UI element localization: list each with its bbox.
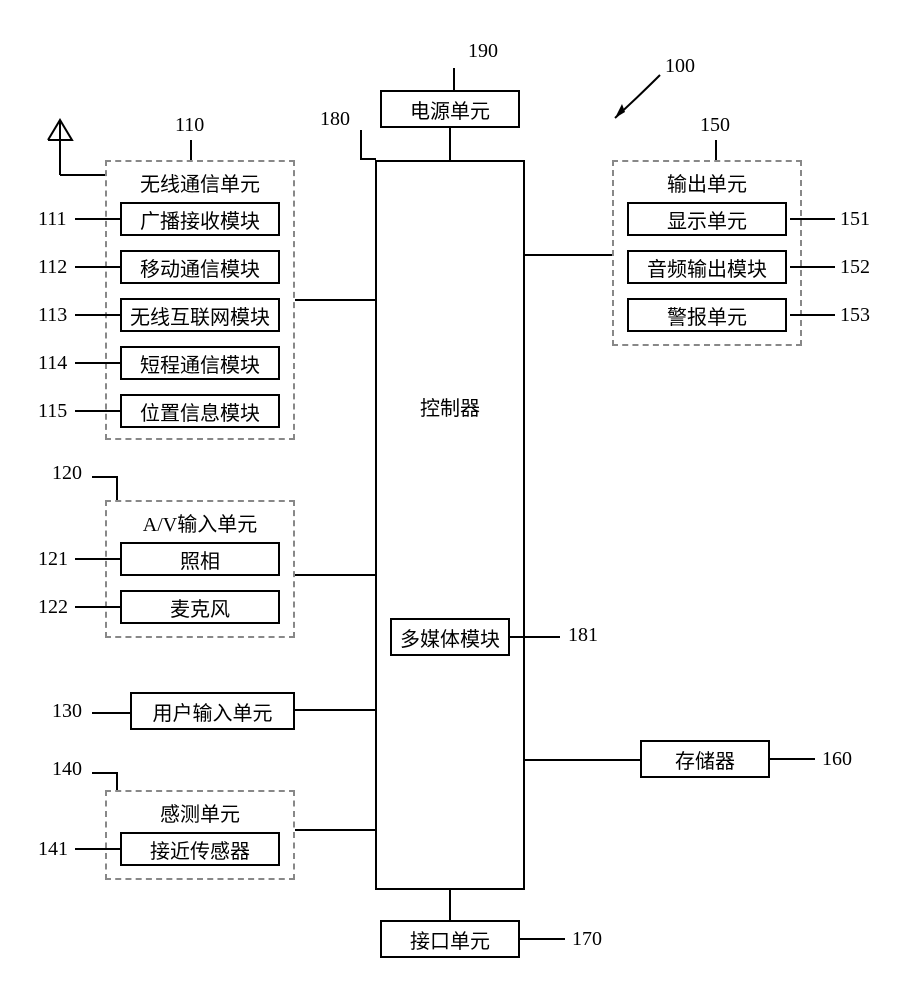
- ref-170: 170: [572, 928, 602, 951]
- ref-114: 114: [38, 352, 67, 375]
- wireless-unit-title: 无线通信单元: [107, 168, 293, 197]
- leader-170: [520, 938, 565, 940]
- leader-120h: [92, 476, 116, 478]
- ref-115: 115: [38, 400, 67, 423]
- memory-label: 存储器: [675, 745, 735, 774]
- multimedia-module-box: 多媒体模块: [390, 618, 510, 656]
- leader-130: [92, 712, 130, 714]
- wireless-internet-label: 无线互联网模块: [130, 301, 270, 330]
- ref-121: 121: [38, 548, 68, 571]
- ref-151: 151: [840, 208, 870, 231]
- proximity-sensor-box: 接近传感器: [120, 832, 280, 866]
- ref-113: 113: [38, 304, 67, 327]
- leader-152: [790, 266, 835, 268]
- camera-label: 照相: [180, 545, 220, 574]
- wireless-unit-group: 无线通信单元 广播接收模块 移动通信模块 无线互联网模块 短程通信模块 位置信息…: [105, 160, 295, 440]
- leader-121: [75, 558, 120, 560]
- audio-output-label: 音频输出模块: [647, 253, 767, 282]
- display-unit-label: 显示单元: [667, 205, 747, 234]
- ref-150: 150: [700, 114, 730, 137]
- leader-190: [453, 68, 455, 90]
- interface-unit-label: 接口单元: [410, 925, 490, 954]
- position-info-label: 位置信息模块: [140, 397, 260, 426]
- display-unit-box: 显示单元: [627, 202, 787, 236]
- sensing-unit-title: 感测单元: [107, 798, 293, 827]
- ref-100: 100: [665, 55, 695, 78]
- camera-box: 照相: [120, 542, 280, 576]
- ref-152: 152: [840, 256, 870, 279]
- broadcast-rx-box: 广播接收模块: [120, 202, 280, 236]
- controller-label: 控制器: [420, 392, 480, 421]
- leader-110: [190, 140, 192, 160]
- mobile-comm-box: 移动通信模块: [120, 250, 280, 284]
- controller-box: 控制器: [375, 160, 525, 890]
- multimedia-module-label: 多媒体模块: [400, 623, 500, 652]
- short-range-box: 短程通信模块: [120, 346, 280, 380]
- leader-153: [790, 314, 835, 316]
- ref-122: 122: [38, 596, 68, 619]
- short-range-label: 短程通信模块: [140, 349, 260, 378]
- wireless-internet-box: 无线互联网模块: [120, 298, 280, 332]
- output-unit-title: 输出单元: [614, 168, 800, 197]
- user-input-label: 用户输入单元: [153, 697, 273, 726]
- memory-box: 存储器: [640, 740, 770, 778]
- alarm-unit-label: 警报单元: [667, 301, 747, 330]
- ref-112: 112: [38, 256, 67, 279]
- position-info-box: 位置信息模块: [120, 394, 280, 428]
- interface-unit-box: 接口单元: [380, 920, 520, 958]
- leader-112: [75, 266, 120, 268]
- ref-130: 130: [52, 700, 82, 723]
- audio-output-box: 音频输出模块: [627, 250, 787, 284]
- leader-122: [75, 606, 120, 608]
- ref-110: 110: [175, 114, 204, 137]
- sensing-unit-group: 感测单元 接近传感器: [105, 790, 295, 880]
- leader-114: [75, 362, 120, 364]
- leader-140h: [92, 772, 116, 774]
- ref-120: 120: [52, 462, 82, 485]
- leader-113: [75, 314, 120, 316]
- ref-180: 180: [320, 108, 350, 131]
- leader-160: [770, 758, 815, 760]
- leader-150: [715, 140, 717, 160]
- leader-120v: [116, 476, 118, 500]
- av-input-group: A/V输入单元 照相 麦克风: [105, 500, 295, 638]
- ref-111: 111: [38, 208, 67, 231]
- diagram-canvas: 190 电源单元 100 180 控制器 多媒体模块 181 110 无线通信单…: [0, 0, 912, 1000]
- av-input-title: A/V输入单元: [107, 508, 293, 537]
- microphone-label: 麦克风: [170, 593, 230, 622]
- leader-180v: [360, 130, 362, 160]
- ref-181: 181: [568, 624, 598, 647]
- user-input-box: 用户输入单元: [130, 692, 295, 730]
- leader-180h: [360, 158, 376, 160]
- leader-111: [75, 218, 120, 220]
- leader-151: [790, 218, 835, 220]
- broadcast-rx-label: 广播接收模块: [140, 205, 260, 234]
- power-unit-label: 电源单元: [410, 95, 490, 124]
- ref-160: 160: [822, 748, 852, 771]
- ref-190: 190: [468, 40, 498, 63]
- leader-115: [75, 410, 120, 412]
- microphone-box: 麦克风: [120, 590, 280, 624]
- ref-140: 140: [52, 758, 82, 781]
- leader-181: [510, 636, 560, 638]
- leader-140v: [116, 772, 118, 790]
- proximity-sensor-label: 接近传感器: [150, 835, 250, 864]
- alarm-unit-box: 警报单元: [627, 298, 787, 332]
- mobile-comm-label: 移动通信模块: [140, 253, 260, 282]
- output-unit-group: 输出单元 显示单元 音频输出模块 警报单元: [612, 160, 802, 346]
- ref-153: 153: [840, 304, 870, 327]
- power-unit-box: 电源单元: [380, 90, 520, 128]
- ref-141: 141: [38, 838, 68, 861]
- leader-141: [75, 848, 120, 850]
